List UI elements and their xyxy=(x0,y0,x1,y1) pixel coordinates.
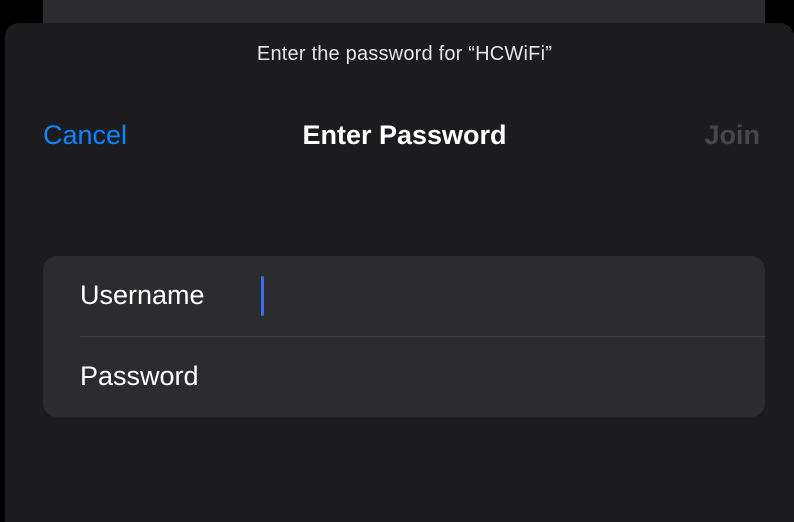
join-button[interactable]: Join xyxy=(704,120,760,151)
password-row[interactable]: Password xyxy=(43,337,765,417)
password-label: Password xyxy=(80,361,199,391)
text-cursor xyxy=(261,276,264,316)
page-title: Enter Password xyxy=(302,120,507,150)
password-field[interactable] xyxy=(258,355,738,397)
username-field[interactable] xyxy=(258,274,738,316)
username-row[interactable]: Username xyxy=(43,256,765,336)
screen: Enter the password for “HCWiFi” Cancel E… xyxy=(0,0,794,522)
password-sheet: Enter the password for “HCWiFi” Cancel E… xyxy=(5,23,794,522)
username-label: Username xyxy=(80,280,205,310)
network-prompt: Enter the password for “HCWiFi” xyxy=(256,43,553,65)
credentials-form: Username Password xyxy=(43,256,765,417)
